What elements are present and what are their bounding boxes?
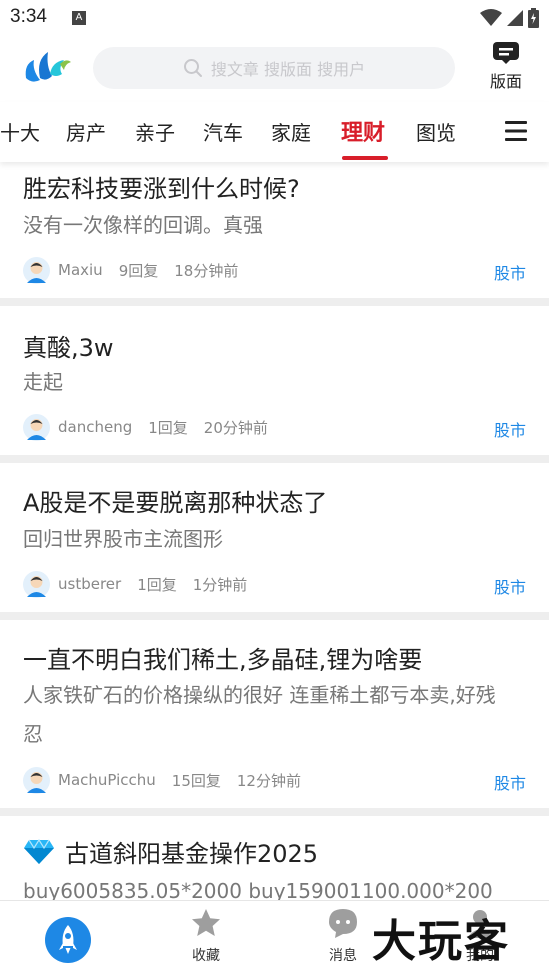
post-title[interactable]: 胜宏科技要涨到什么时候? [23, 169, 300, 204]
nav-messages-label: 消息 [329, 948, 357, 964]
post-time: 18分钟前 [174, 261, 239, 280]
watermark-logo: 大玩客 [372, 916, 510, 967]
post-feed[interactable]: 胜宏科技要涨到什么时候? 没有一次像样的回调。真强 Maxiu 9回复 18分钟… [0, 162, 549, 900]
search-placeholder: 搜文章 搜版面 搜用户 [210, 60, 366, 79]
tab-fangchan[interactable]: 房产 [66, 117, 106, 146]
nav-home[interactable] [28, 916, 108, 968]
post-card[interactable]: A股是不是要脱离那种状态了 回归世界股市主流图形 ustberer 1回复 1分… [0, 463, 549, 612]
post-card[interactable]: 一直不明白我们稀土,多晶硅,锂为啥要 人家铁矿石的价格操纵的很好 连重稀土都亏本… [0, 620, 549, 808]
post-excerpt: 回归世界股市主流图形 [23, 527, 223, 551]
post-card[interactable]: 古道斜阳基金操作2025 buy6005835.05*2000 buy15900… [0, 816, 549, 900]
post-meta: MachuPicchu 15回复 12分钟前 [23, 766, 301, 794]
search-bar[interactable]: 搜文章 搜版面 搜用户 [93, 47, 455, 89]
post-category[interactable]: 股市 [494, 417, 526, 441]
nav-messages[interactable]: 消息 [303, 907, 383, 965]
tab-shida[interactable]: 十大 [0, 117, 40, 146]
board-icon [493, 42, 519, 64]
post-excerpt: buy6005835.05*2000 buy159001100.000*200 [23, 879, 493, 900]
avatar[interactable] [23, 570, 50, 598]
post-excerpt: 人家铁矿石的价格操纵的很好 连重稀土都亏本卖,好残忍 [23, 683, 496, 746]
post-excerpt: 走起 [23, 370, 63, 394]
post-title[interactable]: 真酸,3w [23, 328, 114, 363]
wifi-icon [480, 9, 502, 26]
avatar[interactable] [23, 413, 50, 441]
post-author[interactable]: Maxiu [58, 261, 103, 279]
tab-tulan[interactable]: 图览 [416, 117, 456, 146]
post-category[interactable]: 股市 [494, 574, 526, 598]
app-logo-icon[interactable] [22, 46, 72, 86]
signal-icon [507, 10, 523, 26]
post-reply-count: 1回复 [148, 418, 188, 437]
tab-qiche[interactable]: 汽车 [203, 117, 243, 146]
post-excerpt: 没有一次像样的回调。真强 [23, 213, 263, 237]
post-author[interactable]: ustberer [58, 575, 121, 593]
post-time: 12分钟前 [236, 771, 301, 790]
avatar[interactable] [23, 256, 50, 284]
post-category[interactable]: 股市 [494, 770, 526, 794]
avatar[interactable] [23, 766, 50, 794]
post-reply-count: 9回复 [118, 261, 159, 280]
banmian-button[interactable]: 版面 [484, 41, 528, 97]
post-meta: dancheng 1回复 20分钟前 [23, 413, 268, 441]
notification-icon: A [72, 11, 86, 25]
tab-qinzi[interactable]: 亲子 [135, 117, 175, 146]
tab-licai[interactable]: 理财 [341, 115, 385, 147]
post-title-text: 古道斜阳基金操作2025 [65, 840, 319, 868]
post-meta: Maxiu 9回复 18分钟前 [23, 256, 238, 284]
home-rocket-icon [45, 917, 91, 963]
menu-icon[interactable] [505, 121, 527, 141]
post-reply-count: 15回复 [171, 771, 221, 790]
diamond-icon [24, 839, 54, 864]
post-category[interactable]: 股市 [494, 260, 526, 284]
post-meta: ustberer 1回复 1分钟前 [23, 570, 247, 598]
status-bar: 3:34 A [0, 0, 549, 36]
post-title[interactable]: 古道斜阳基金操作2025 [23, 834, 318, 869]
post-time: 1分钟前 [192, 575, 248, 594]
post-author[interactable]: MachuPicchu [58, 771, 156, 789]
tab-jiating[interactable]: 家庭 [271, 117, 311, 146]
search-icon [183, 59, 202, 77]
post-title[interactable]: A股是不是要脱离那种状态了 [23, 483, 327, 518]
battery-icon [528, 8, 539, 28]
post-author[interactable]: dancheng [58, 418, 132, 436]
status-icons [480, 8, 539, 28]
star-icon [192, 909, 220, 936]
status-time: 3:34 [10, 6, 47, 27]
app-header: 搜文章 搜版面 搜用户 版面 [0, 36, 549, 102]
nav-favorites[interactable]: 收藏 [166, 907, 246, 965]
post-reply-count: 1回复 [137, 575, 177, 594]
post-title[interactable]: 一直不明白我们稀土,多晶硅,锂为啥要 [23, 640, 422, 675]
post-time: 20分钟前 [203, 418, 268, 437]
chat-bubble-icon [329, 909, 357, 938]
category-tabs: 十大 房产 亲子 汽车 家庭 理财 图览 [0, 102, 549, 162]
post-card[interactable]: 真酸,3w 走起 dancheng 1回复 20分钟前 股市 [0, 306, 549, 455]
banmian-label: 版面 [489, 72, 522, 91]
active-tab-indicator [342, 156, 388, 160]
nav-favorites-label: 收藏 [192, 948, 220, 964]
post-card[interactable]: 胜宏科技要涨到什么时候? 没有一次像样的回调。真强 Maxiu 9回复 18分钟… [0, 162, 549, 298]
